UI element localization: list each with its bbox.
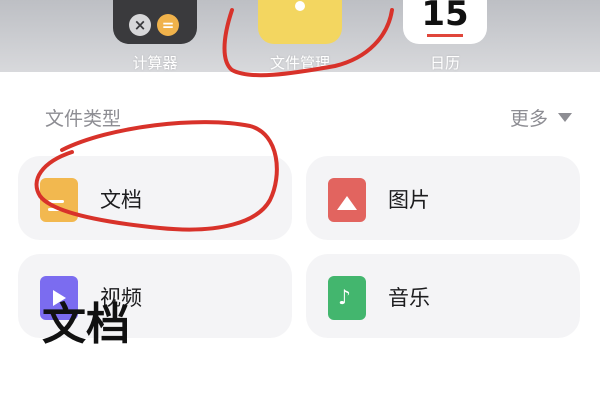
document-icon xyxy=(40,178,78,222)
page-heading: 文档 xyxy=(42,299,130,350)
category-music[interactable]: ♪ 音乐 xyxy=(306,254,580,338)
category-label: 图片 xyxy=(388,188,430,212)
image-icon-mountain xyxy=(337,196,357,210)
chevron-down-icon xyxy=(558,113,572,122)
app-label-calculator: 计算器 xyxy=(132,54,178,72)
category-label: 文档 xyxy=(100,188,142,212)
calendar-day: 15 xyxy=(421,0,469,34)
calculator-icon: × = xyxy=(113,0,197,44)
app-label-file-manager: 文件管理 xyxy=(269,54,330,72)
more-label: 更多 xyxy=(509,108,548,130)
app-label-calendar: 日历 xyxy=(429,54,460,72)
document-icon-line xyxy=(48,200,64,203)
more-button[interactable]: 更多 xyxy=(510,104,572,131)
calculator-multiply-key: × xyxy=(129,14,151,36)
category-images[interactable]: 图片 xyxy=(306,156,580,240)
section-title: 文件类型 xyxy=(45,108,122,130)
music-note-icon: ♪ xyxy=(338,285,351,309)
file-manager-sheet: 文件类型 更多 文档 图片 视频 ♪ 音乐 xyxy=(0,72,600,400)
folder-dot xyxy=(295,1,305,11)
image-icon xyxy=(328,178,366,222)
folder-icon xyxy=(258,0,342,44)
document-icon-line xyxy=(48,208,60,211)
calculator-equals-key: = xyxy=(157,14,179,36)
calendar-icon: 15 xyxy=(403,0,487,44)
app-dock: × = 计算器 文件管理 15 日历 xyxy=(0,0,600,72)
category-documents[interactable]: 文档 xyxy=(18,156,292,240)
calendar-underline xyxy=(427,34,463,37)
music-icon: ♪ xyxy=(328,276,366,320)
category-label: 音乐 xyxy=(388,286,430,310)
